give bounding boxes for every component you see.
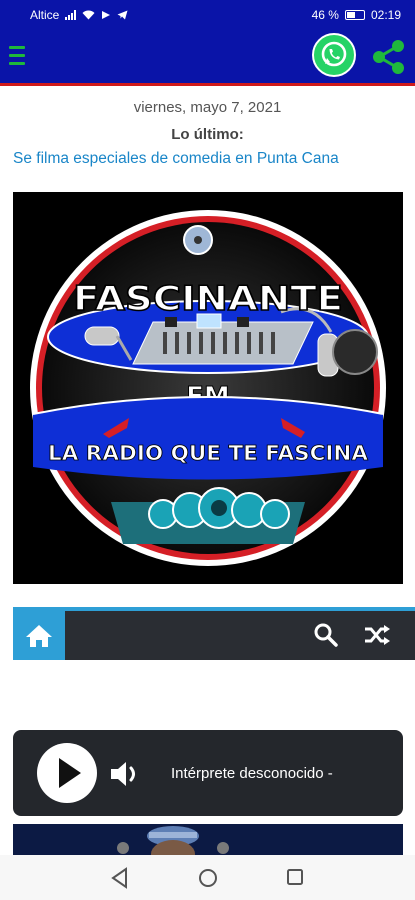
logo-slogan: LA RADIO QUE TE FASCINA [48,441,369,465]
clock: 02:19 [370,8,401,22]
signal-icon [65,10,77,20]
audio-player: Intérprete desconocido - [13,730,403,816]
nav-bar [13,607,415,660]
home-circle-icon[interactable] [198,868,218,888]
battery-icon [344,10,365,20]
artist-image [13,824,403,855]
logo-name: FASCINANTE [73,279,343,319]
shuffle-icon[interactable] [363,622,391,648]
recents-icon[interactable] [286,868,304,886]
carrier-label: Altice [30,8,60,22]
battery-percent: 46 % [311,8,339,22]
system-navigation-bar [0,855,415,900]
latest-news-label: Lo último: [171,126,244,143]
current-date: viernes, mayo 7, 2021 [133,99,282,116]
latest-headline-link[interactable]: Se filma especiales de comedia en Punta … [13,150,339,168]
wifi-icon [82,10,95,20]
track-title: Intérprete desconocido - [171,765,333,782]
location-arrow-icon [102,11,111,19]
telegram-icon [117,10,128,20]
search-icon[interactable] [313,622,339,648]
station-logo: FASCINANTE FM LA RADIO QUE TE FASCINA [13,192,403,584]
share-icon[interactable] [366,35,410,79]
volume-icon[interactable] [109,760,143,788]
hamburger-menu-icon[interactable] [9,46,25,66]
home-icon[interactable] [13,611,65,660]
whatsapp-icon[interactable] [312,33,356,77]
play-icon[interactable] [37,743,97,803]
back-icon[interactable] [110,867,130,889]
status-bar: Altice 46 % 02:19 [0,0,415,30]
app-bar [0,30,415,86]
